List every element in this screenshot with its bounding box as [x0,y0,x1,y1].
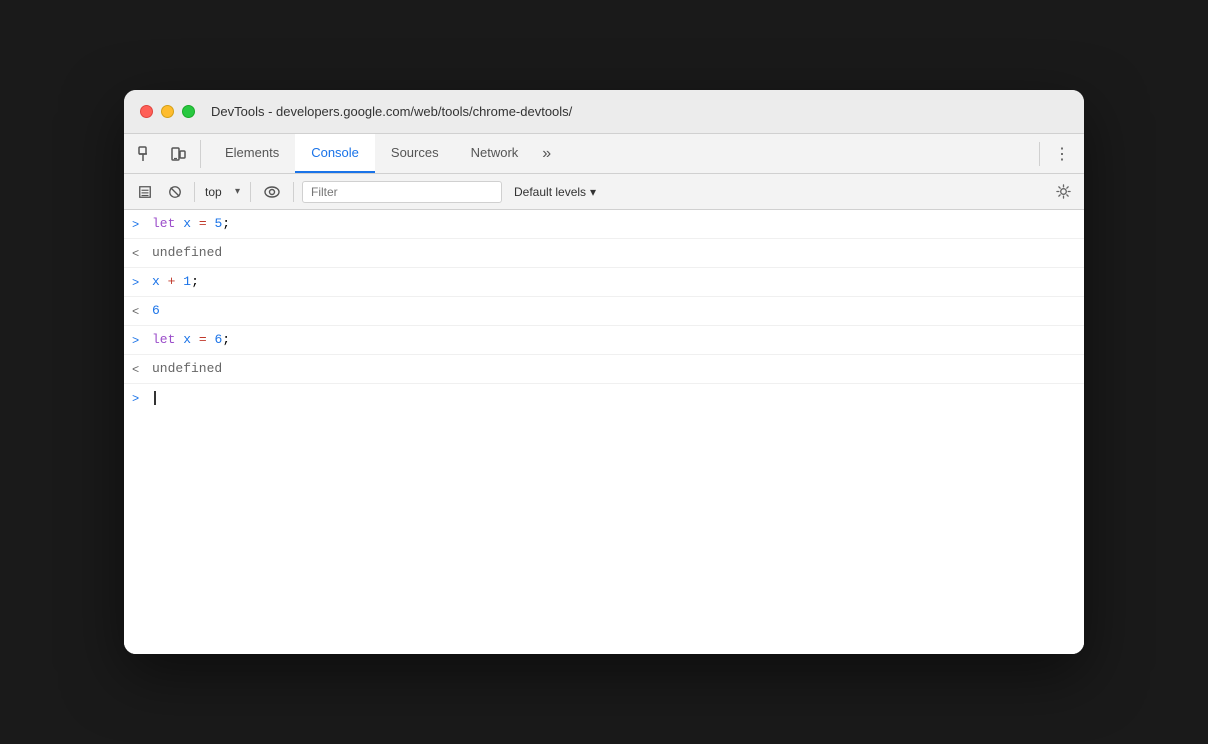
title-bar: DevTools - developers.google.com/web/too… [124,90,1084,134]
console-row: < 6 [124,297,1084,326]
default-levels-button[interactable]: Default levels ▾ [506,179,604,205]
tab-bar-divider [1039,142,1040,166]
minimize-button[interactable] [161,105,174,118]
tab-sources[interactable]: Sources [375,134,455,173]
context-selector-wrapper: top ▾ [201,179,242,205]
console-row: > let x = 6; [124,326,1084,355]
console-row: < undefined [124,355,1084,384]
toolbar-divider-3 [293,182,294,202]
console-code: undefined [152,243,1076,263]
devtools-menu-button[interactable]: ⋮ [1048,140,1076,168]
console-code: 6 [152,301,1076,321]
traffic-lights [140,105,195,118]
console-code: let x = 5; [152,214,1076,234]
devtools-panel: Elements Console Sources Network » ⋮ [124,134,1084,654]
tab-network[interactable]: Network [455,134,535,173]
console-arrow: < [132,245,144,263]
console-arrow: > [132,216,144,234]
toolbar-divider-1 [194,182,195,202]
default-levels-arrow-icon: ▾ [590,185,596,199]
console-row: > let x = 5; [124,210,1084,239]
tab-bar: Elements Console Sources Network » ⋮ [124,134,1084,174]
clear-console-button[interactable] [132,179,158,205]
console-row: < undefined [124,239,1084,268]
filter-input[interactable] [302,181,502,203]
inspect-element-icon[interactable] [132,140,160,168]
toolbar-divider-2 [250,182,251,202]
window-title: DevTools - developers.google.com/web/too… [211,104,572,119]
console-code: let x = 6; [152,330,1076,350]
console-arrow: > [132,274,144,292]
console-code: x + 1; [152,272,1076,292]
more-tabs-button[interactable]: » [534,134,559,173]
console-output[interactable]: > let x = 5; < undefined > x + 1; < 6 > … [124,210,1084,654]
tabs-list: Elements Console Sources Network » [209,134,1035,173]
console-row: > x + 1; [124,268,1084,297]
tab-icons [132,140,201,168]
maximize-button[interactable] [182,105,195,118]
block-requests-button[interactable] [162,179,188,205]
tab-bar-right: ⋮ [1035,140,1076,168]
close-button[interactable] [140,105,153,118]
devtools-window: DevTools - developers.google.com/web/too… [124,90,1084,654]
context-selector[interactable]: top [201,179,242,205]
console-input-line[interactable]: > [124,384,1084,412]
console-input-arrow: > [132,392,144,406]
console-cursor [154,391,156,405]
console-code: undefined [152,359,1076,379]
tab-console[interactable]: Console [295,134,375,173]
console-arrow: < [132,361,144,379]
console-settings-button[interactable] [1050,179,1076,205]
console-arrow: > [132,332,144,350]
device-toolbar-icon[interactable] [164,140,192,168]
log-eye-button[interactable] [259,179,285,205]
default-levels-label: Default levels [514,185,586,199]
tab-elements[interactable]: Elements [209,134,295,173]
console-toolbar: top ▾ Default levels ▾ [124,174,1084,210]
console-arrow: < [132,303,144,321]
